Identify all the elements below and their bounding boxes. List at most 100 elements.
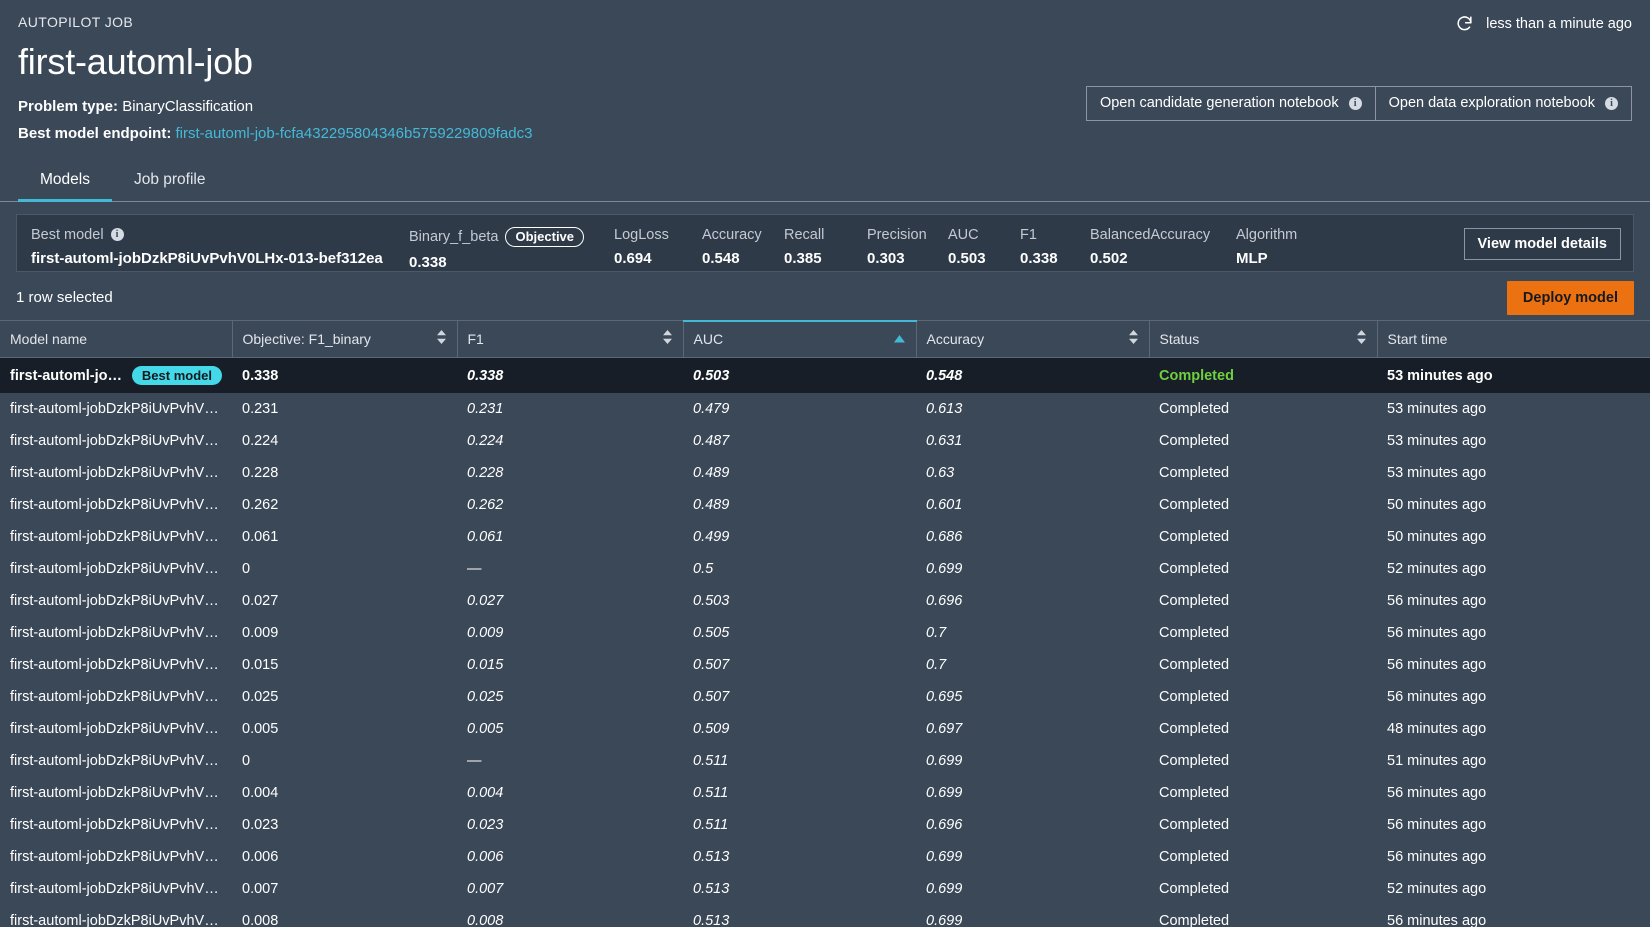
table-row[interactable]: first-automl-jobDzkP8iUvPvhV0... 0.262 0.2… xyxy=(0,489,1650,522)
cell-accuracy: 0.699 xyxy=(926,881,963,898)
info-icon[interactable]: i xyxy=(110,228,124,242)
view-model-details-button[interactable]: View model details xyxy=(1463,227,1621,260)
column-header-accuracy[interactable]: Accuracy xyxy=(915,320,1149,359)
sort-toggle-icon[interactable] xyxy=(1128,329,1139,348)
tab-models[interactable]: Models xyxy=(18,165,112,202)
cell-status: Completed xyxy=(1159,497,1230,514)
table-row[interactable]: first-automl-jobDzkP8iUvPvhV0... 0.231 0.2… xyxy=(0,393,1650,426)
cell-model-name[interactable]: first-automl-jobDzkP8iUvPvhV0... xyxy=(0,649,232,681)
table-row[interactable]: first-automl-jobDzkP8iUvPvhV0... 0.025 0.0… xyxy=(0,681,1650,714)
endpoint-link[interactable]: first-automl-job-fcfa432295804346b575922… xyxy=(176,125,533,142)
open-candidate-generation-notebook-button[interactable]: Open candidate generation notebook i xyxy=(1085,86,1376,121)
cell-model-name[interactable]: first-automl-job... Best model xyxy=(0,358,232,394)
cell-auc: 0.511 xyxy=(693,753,729,770)
open-data-exploration-notebook-button[interactable]: Open data exploration notebook i xyxy=(1375,86,1632,121)
table-row[interactable]: first-automl-jobDzkP8iUvPvhV0... 0.061 0.0… xyxy=(0,521,1650,554)
cell-auc: 0.511 xyxy=(693,785,729,802)
cell-model-name[interactable]: first-automl-jobDzkP8iUvPvhV0... xyxy=(0,585,232,617)
cell-model-name[interactable]: first-automl-jobDzkP8iUvPvhV0... xyxy=(0,841,232,873)
table-row[interactable]: first-automl-jobDzkP8iUvPvhV0... 0.224 0.2… xyxy=(0,425,1650,458)
cell-start-time: 56 minutes ago xyxy=(1387,785,1487,802)
column-header-status[interactable]: Status xyxy=(1148,320,1377,359)
cell-model-name[interactable]: first-automl-jobDzkP8iUvPvhV0... xyxy=(0,617,232,649)
table-row[interactable]: first-automl-jobDzkP8iUvPvhV0... 0.007 0.0… xyxy=(0,873,1650,906)
best-model-panel-wrap: Best model i first-automl-jobDzkP8iUvPvh… xyxy=(0,202,1650,272)
table-row[interactable]: first-automl-jobDzkP8iUvPvhV0... 0.228 0.2… xyxy=(0,457,1650,490)
sort-toggle-icon[interactable] xyxy=(1356,329,1367,348)
best-model-column: Best model i first-automl-jobDzkP8iUvPvh… xyxy=(31,227,409,267)
autopilot-job-page: AUTOPILOT JOB first-automl-job Problem t… xyxy=(0,0,1650,927)
cell-auc: 0.513 xyxy=(693,849,730,866)
info-icon[interactable]: i xyxy=(1348,96,1362,110)
cell-objective: 0.005 xyxy=(242,721,279,738)
sort-ascending-icon[interactable] xyxy=(893,331,906,347)
cell-model-name[interactable]: first-automl-jobDzkP8iUvPvhV0... xyxy=(0,777,232,809)
table-row[interactable]: first-automl-jobDzkP8iUvPvhV0... 0 — 0.5 0.6… xyxy=(0,553,1650,586)
cell-model-name[interactable]: first-automl-jobDzkP8iUvPvhV0... xyxy=(0,713,232,745)
tab-job-profile[interactable]: Job profile xyxy=(112,165,228,202)
refresh-icon[interactable] xyxy=(1455,14,1474,33)
table-row[interactable]: first-automl-jobDzkP8iUvPvhV0... 0 — 0.511 0… xyxy=(0,745,1650,778)
cell-model-name[interactable]: first-automl-jobDzkP8iUvPvhV0... xyxy=(0,521,232,553)
refresh-control[interactable]: less than a minute ago xyxy=(1455,14,1632,33)
cell-auc: 0.509 xyxy=(693,721,730,738)
table-row[interactable]: first-automl-jobDzkP8iUvPvhV0... 0.015 0.0… xyxy=(0,649,1650,682)
cell-model-name[interactable]: first-automl-jobDzkP8iUvPvhV0... xyxy=(0,425,232,457)
table-row[interactable]: first-automl-jobDzkP8iUvPvhV0... 0.027 0.0… xyxy=(0,585,1650,618)
cell-accuracy: 0.699 xyxy=(926,753,963,770)
table-row[interactable]: first-automl-jobDzkP8iUvPvhV0... 0.005 0.0… xyxy=(0,713,1650,746)
problem-type-value: BinaryClassification xyxy=(122,97,254,115)
column-header-auc[interactable]: AUC xyxy=(682,319,916,359)
cell-auc: 0.503 xyxy=(693,367,730,384)
cell-model-name[interactable]: first-automl-jobDzkP8iUvPvhV0... xyxy=(0,489,232,521)
sort-toggle-icon[interactable] xyxy=(436,329,447,348)
cell-auc: 0.511 xyxy=(693,817,729,834)
cell-model-name[interactable]: first-automl-jobDzkP8iUvPvhV0... xyxy=(0,553,232,585)
table-row[interactable]: first-automl-job... Best model 0.338 0.338 0… xyxy=(0,357,1650,394)
table-row[interactable]: first-automl-jobDzkP8iUvPvhV0... 0.008 0.0… xyxy=(0,905,1650,927)
cell-status: Completed xyxy=(1159,433,1230,450)
info-icon[interactable]: i xyxy=(1605,96,1618,110)
last-refresh-text: less than a minute ago xyxy=(1486,15,1632,32)
column-label: Status xyxy=(1159,330,1200,347)
cell-model-name[interactable]: first-automl-jobDzkP8iUvPvhV0... xyxy=(0,681,232,713)
cell-f1: — xyxy=(467,753,482,770)
metric-label: Precision xyxy=(867,226,927,243)
cell-accuracy: 0.699 xyxy=(926,849,963,866)
table-row[interactable]: first-automl-jobDzkP8iUvPvhV0... 0.006 0.0… xyxy=(0,841,1650,874)
cell-start-time: 56 minutes ago xyxy=(1387,817,1487,834)
cell-status: Completed xyxy=(1159,657,1230,674)
best-model-badge: Best model xyxy=(131,366,222,386)
cell-f1: 0.025 xyxy=(467,689,504,706)
cell-auc: 0.507 xyxy=(693,657,730,674)
table-row[interactable]: first-automl-jobDzkP8iUvPvhV0... 0.004 0.0… xyxy=(0,777,1650,810)
column-header-f1[interactable]: F1 xyxy=(456,320,683,359)
metric-label: AUC xyxy=(948,226,979,243)
column-header-objective[interactable]: Objective: F1_binary xyxy=(231,320,457,359)
cell-status: Completed xyxy=(1159,367,1234,384)
cell-model-name[interactable]: first-automl-jobDzkP8iUvPvhV0... xyxy=(0,873,232,905)
metric-value: 0.694 xyxy=(614,249,652,267)
model-name-text: first-automl-jobDzkP8iUvPvhV0... xyxy=(10,721,222,738)
table-row[interactable]: first-automl-jobDzkP8iUvPvhV0... 0.009 0.0… xyxy=(0,617,1650,650)
cell-model-name[interactable]: first-automl-jobDzkP8iUvPvhV0... xyxy=(0,745,232,777)
column-header-start-time[interactable]: Start time xyxy=(1376,320,1650,359)
breadcrumb-eyebrow: AUTOPILOT JOB xyxy=(18,14,134,30)
problem-type-label: Problem type: xyxy=(18,97,119,115)
metric-value: 0.548 xyxy=(702,249,740,267)
cell-f1: — xyxy=(467,561,482,578)
deploy-model-button[interactable]: Deploy model xyxy=(1506,280,1634,315)
metric-logloss: LogLoss 0.694 xyxy=(614,227,702,267)
column-label: Accuracy xyxy=(926,330,985,347)
cell-start-time: 51 minutes ago xyxy=(1387,753,1487,770)
cell-model-name[interactable]: first-automl-jobDzkP8iUvPvhV0... xyxy=(0,809,232,841)
sort-toggle-icon[interactable] xyxy=(662,329,673,348)
cell-model-name[interactable]: first-automl-jobDzkP8iUvPvhV0... xyxy=(0,905,232,927)
column-header-model-name[interactable]: Model name xyxy=(0,320,232,359)
cell-model-name[interactable]: first-automl-jobDzkP8iUvPvhV0... xyxy=(0,457,232,489)
cell-accuracy: 0.613 xyxy=(926,401,963,418)
table-row[interactable]: first-automl-jobDzkP8iUvPvhV0... 0.023 0.0… xyxy=(0,809,1650,842)
cell-start-time: 53 minutes ago xyxy=(1387,433,1487,450)
column-label: Objective: F1_binary xyxy=(242,330,371,347)
cell-model-name[interactable]: first-automl-jobDzkP8iUvPvhV0... xyxy=(0,393,232,425)
